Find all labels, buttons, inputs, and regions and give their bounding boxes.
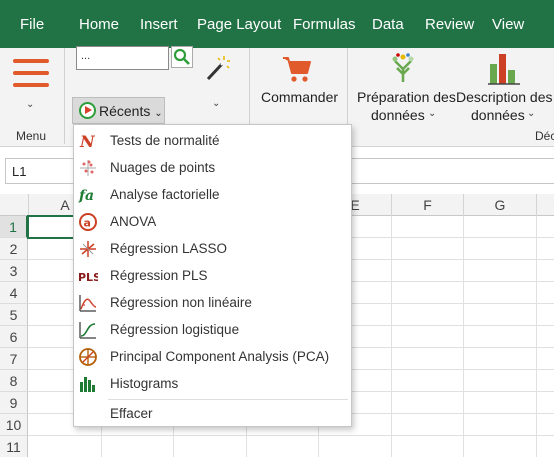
menu-item-clear[interactable]: Effacer: [74, 400, 351, 427]
chevron-down-icon[interactable]: ⌄: [428, 108, 436, 119]
run-icon: [79, 102, 96, 119]
tab-home[interactable]: Home: [79, 16, 119, 33]
scatter-plot-icon: [80, 160, 96, 176]
commander-button[interactable]: Commander: [261, 89, 338, 105]
menu-item-logistic-regression[interactable]: Régression logistique: [74, 316, 351, 343]
row-header-5[interactable]: 5: [0, 304, 28, 326]
tab-file[interactable]: File: [20, 16, 44, 33]
svg-text:N: N: [79, 132, 96, 151]
search-icon: [173, 48, 190, 65]
recents-dropdown: N Tests de normalité Nuages de points fa…: [73, 124, 352, 427]
normality-test-icon: N: [79, 132, 96, 151]
description-group-label: Déc: [535, 129, 554, 143]
menu-item-scatter-plots[interactable]: Nuages de points: [74, 154, 351, 181]
tab-formulas[interactable]: Formulas: [293, 16, 356, 33]
row-header-7[interactable]: 7: [0, 348, 28, 370]
row-header-8[interactable]: 8: [0, 370, 28, 392]
menu-item-lasso-regression[interactable]: Régression LASSO: [74, 235, 351, 262]
row-header-6[interactable]: 6: [0, 326, 28, 348]
tab-insert[interactable]: Insert: [140, 16, 178, 33]
data-preparation-label-2[interactable]: données: [371, 107, 425, 123]
menu-bar: File Home Insert Page Layout Formulas Da…: [0, 0, 554, 48]
menu-item-anova[interactable]: a ANOVA: [74, 208, 351, 235]
histogram-icon: [80, 377, 95, 392]
tab-page-layout[interactable]: Page Layout: [197, 16, 281, 33]
data-preparation-button[interactable]: Préparation des: [357, 89, 456, 105]
menu-item-factor-analysis[interactable]: fa Analyse factorielle: [74, 181, 351, 208]
name-box[interactable]: L1: [5, 158, 75, 184]
group-divider: [64, 48, 65, 144]
row-header-1[interactable]: 1: [0, 216, 28, 238]
shopping-cart-icon[interactable]: [282, 55, 312, 83]
recents-button[interactable]: Récents ⌄: [72, 97, 165, 124]
svg-text:a: a: [84, 217, 91, 230]
nonlinear-regression-icon: [79, 295, 97, 312]
recents-label: Récents ⌄: [99, 103, 163, 119]
row-header-9[interactable]: 9: [0, 392, 28, 414]
tools-chevron-down-icon[interactable]: ⌄: [212, 98, 220, 109]
search-input[interactable]: ...: [76, 46, 169, 70]
anova-icon: a: [79, 213, 97, 231]
menu-item-normality-tests[interactable]: N Tests de normalité: [74, 127, 351, 154]
grid-line: [463, 216, 464, 457]
chevron-down-icon: ⌄: [154, 108, 163, 119]
grid-line: [536, 216, 537, 457]
row-header-11[interactable]: 11: [0, 436, 28, 457]
tab-view[interactable]: View: [492, 16, 524, 33]
menu-chevron-down-icon[interactable]: ⌄: [26, 99, 34, 110]
data-description-icon[interactable]: [487, 50, 521, 86]
search-button[interactable]: [171, 46, 193, 68]
row-header-10[interactable]: 10: [0, 414, 28, 436]
factor-analysis-icon: fa: [78, 188, 94, 204]
data-description-button[interactable]: Description des: [456, 89, 553, 105]
row-header-3[interactable]: 3: [0, 260, 28, 282]
menu-item-nonlinear-regression[interactable]: Régression non linéaire: [74, 289, 351, 316]
data-preparation-icon[interactable]: [388, 52, 418, 84]
menu-item-histograms[interactable]: Histograms: [74, 370, 351, 397]
column-header-partial[interactable]: [536, 194, 554, 216]
pca-icon: [79, 348, 97, 366]
menu-item-pca[interactable]: Principal Component Analysis (PCA): [74, 343, 351, 370]
lasso-regression-icon: [80, 241, 96, 257]
formula-input[interactable]: [350, 158, 554, 184]
data-description-label-2[interactable]: données: [471, 107, 525, 123]
grid-line: [391, 216, 392, 457]
chevron-down-icon[interactable]: ⌄: [527, 108, 535, 119]
column-header-f[interactable]: F: [391, 194, 463, 216]
hamburger-menu-icon[interactable]: [13, 59, 49, 89]
menu-item-pls-regression[interactable]: PLS Régression PLS: [74, 262, 351, 289]
svg-text:fa: fa: [78, 188, 94, 204]
column-header-g[interactable]: G: [463, 194, 536, 216]
row-header-4[interactable]: 4: [0, 282, 28, 304]
svg-text:PLS: PLS: [78, 271, 98, 284]
tab-data[interactable]: Data: [372, 16, 404, 33]
row-header-2[interactable]: 2: [0, 238, 28, 260]
logistic-regression-icon: [79, 322, 96, 339]
menu-group-label: Menu: [16, 129, 47, 143]
tab-review[interactable]: Review: [425, 16, 474, 33]
magic-wand-icon[interactable]: [204, 55, 230, 81]
pls-regression-icon: PLS: [78, 271, 98, 284]
